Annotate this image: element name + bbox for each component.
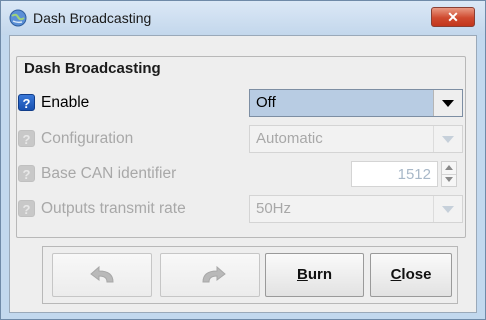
outputs-rate-row: ? Outputs transmit rate 50Hz — [18, 194, 470, 224]
base-can-label: Base CAN identifier — [41, 165, 177, 182]
group-title: Dash Broadcasting — [22, 60, 163, 78]
burn-button[interactable]: Burn — [265, 253, 364, 297]
enable-row: ? Enable Off — [18, 88, 470, 118]
title-bar[interactable]: Dash Broadcasting ✕ — [1, 1, 485, 35]
base-can-help-icon: ? — [18, 165, 35, 182]
outputs-rate-value: 50Hz — [256, 200, 292, 217]
close-label: lose — [401, 266, 432, 283]
burn-mnemonic: B — [296, 266, 308, 283]
enable-dropdown[interactable]: Off — [249, 89, 463, 117]
close-mnemonic: C — [390, 266, 402, 283]
configuration-value: Automatic — [256, 130, 323, 147]
base-can-row: ? Base CAN identifier 1512 — [18, 159, 470, 189]
undo-button — [52, 253, 152, 297]
burn-label: urn — [307, 266, 332, 283]
base-can-spinner — [441, 161, 457, 187]
configuration-label: Configuration — [41, 130, 134, 147]
chevron-down-icon — [433, 126, 462, 152]
outputs-rate-label: Outputs transmit rate — [41, 200, 186, 217]
enable-value: Off — [256, 94, 276, 111]
close-window-button[interactable]: ✕ — [431, 7, 475, 27]
app-globe-icon — [9, 9, 27, 27]
outputs-rate-dropdown: 50Hz — [249, 195, 463, 223]
configuration-row: ? Configuration Automatic — [18, 124, 470, 154]
base-can-input: 1512 — [351, 161, 438, 187]
configuration-dropdown: Automatic — [249, 125, 463, 153]
base-can-value: 1512 — [397, 166, 431, 183]
chevron-down-icon — [433, 196, 462, 222]
undo-arrow-icon — [90, 265, 114, 283]
redo-button — [160, 253, 260, 297]
outputs-rate-help-icon: ? — [18, 200, 35, 217]
chevron-down-icon[interactable] — [433, 90, 462, 116]
configuration-help-icon: ? — [18, 130, 35, 147]
close-button[interactable]: Close — [370, 253, 452, 297]
redo-arrow-icon — [202, 265, 226, 283]
enable-help-icon[interactable]: ? — [18, 94, 35, 111]
close-icon: ✕ — [447, 9, 459, 25]
enable-label: Enable — [41, 94, 90, 111]
window-title: Dash Broadcasting — [33, 10, 152, 26]
dialog-window: Dash Broadcasting ✕ Dash Broadcasting ? … — [0, 0, 486, 320]
spin-down-icon — [442, 174, 456, 186]
dialog-content: Dash Broadcasting ? Enable Off ? Configu… — [9, 35, 477, 313]
